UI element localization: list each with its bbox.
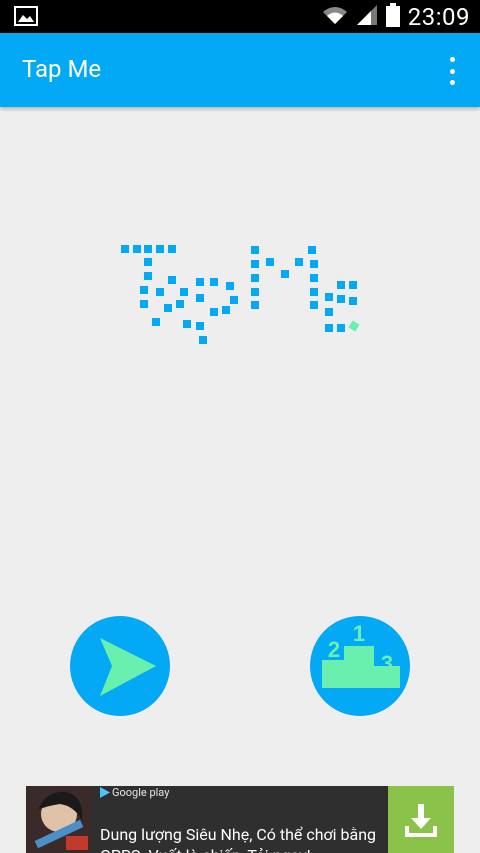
play-button[interactable] (70, 616, 170, 716)
leaderboard-button[interactable]: 1 2 3 (310, 616, 410, 716)
podium-third-label: 3 (381, 651, 393, 676)
download-icon (405, 803, 437, 837)
google-play-icon (100, 787, 110, 798)
ad-text: Dung lượng Siêu Nhẹ, Có thể chơi bằng GP… (100, 825, 377, 853)
google-play-label: Google play (112, 786, 170, 799)
ad-download-button[interactable] (388, 786, 454, 853)
podium-second-label: 2 (328, 637, 340, 662)
play-icon (100, 638, 156, 696)
game-app-icon[interactable] (26, 786, 92, 853)
ad-banner[interactable]: Google play Dung lượng Siêu Nhẹ, Có thể … (26, 786, 454, 853)
podium-icon: 1 2 3 (322, 621, 400, 688)
tapme-logo (121, 245, 360, 344)
google-play-badge: Google play (100, 786, 169, 799)
podium-first-label: 1 (353, 621, 365, 646)
